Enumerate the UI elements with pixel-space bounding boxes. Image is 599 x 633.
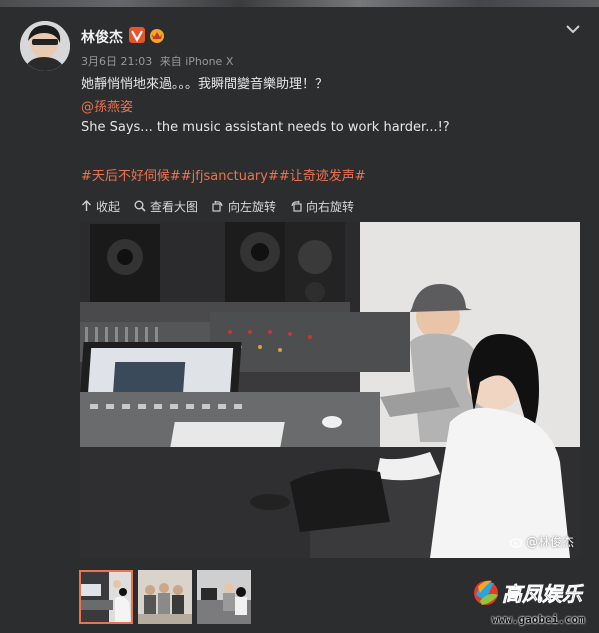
- chevron-down-icon[interactable]: [564, 22, 582, 36]
- hashtag-links[interactable]: #天后不好伺候##jfjsanctuary##让奇迹发声#: [81, 165, 366, 184]
- collapse-label: 收起: [96, 199, 121, 214]
- thumbnail-2-image: [138, 570, 192, 624]
- thumbnail-1-image: [79, 570, 133, 624]
- weibo-logo-icon: [509, 537, 523, 548]
- post-date[interactable]: 3月6日 21:03: [81, 55, 152, 68]
- arrow-up-icon: [82, 200, 91, 211]
- post-source: 来自 iPhone X: [159, 55, 234, 68]
- view-large-button[interactable]: 查看大图: [134, 198, 198, 215]
- mention-link[interactable]: @孫燕姿: [81, 96, 133, 115]
- author-name[interactable]: 林俊杰: [81, 27, 123, 47]
- thumbnail-1[interactable]: [79, 570, 133, 624]
- collapse-button[interactable]: 收起: [81, 198, 120, 215]
- thumbnail-3[interactable]: [197, 570, 251, 624]
- rotate-left-icon: [212, 200, 223, 212]
- post-meta: 3月6日 21:03 来自 iPhone X: [81, 53, 237, 69]
- top-image-strip: [0, 0, 599, 7]
- studio-photo-image: [80, 222, 580, 558]
- thumbnail-3-image: [197, 570, 251, 624]
- rotate-right-label: 向右旋转: [306, 199, 355, 214]
- image-toolbar: 收起 查看大图 向左旋转 向右旋转: [81, 196, 368, 216]
- watermark-text: @林俊杰: [525, 535, 574, 549]
- rotate-left-button[interactable]: 向左旋转: [212, 198, 276, 215]
- rotate-left-label: 向左旋转: [228, 199, 277, 214]
- thumbnail-2[interactable]: [138, 570, 192, 624]
- magnifier-icon: [134, 200, 146, 212]
- thumbnail-strip: [79, 570, 256, 624]
- post-text-english: She Says... the music assistant needs to…: [81, 120, 450, 135]
- post-photo[interactable]: @林俊杰: [80, 222, 580, 558]
- site-logo-brand: 高凤娱乐: [502, 582, 584, 606]
- member-crown-icon: [150, 29, 164, 43]
- site-url: www.gaobei.com: [492, 613, 585, 626]
- rotate-right-icon: [291, 200, 302, 212]
- weibo-post-card: 林俊杰 3月6日 21:03 来自 iPhone X 她靜悄悄地來過。。。我瞬間…: [0, 7, 599, 633]
- post-text-line: 她靜悄悄地來過。。。我瞬間變音樂助理！？: [81, 77, 329, 92]
- view-large-label: 查看大图: [150, 199, 199, 214]
- photo-watermark: @林俊杰: [509, 533, 574, 550]
- verified-badge-icon: [129, 27, 145, 43]
- avatar[interactable]: [20, 21, 70, 71]
- rotate-right-button[interactable]: 向右旋转: [290, 198, 354, 215]
